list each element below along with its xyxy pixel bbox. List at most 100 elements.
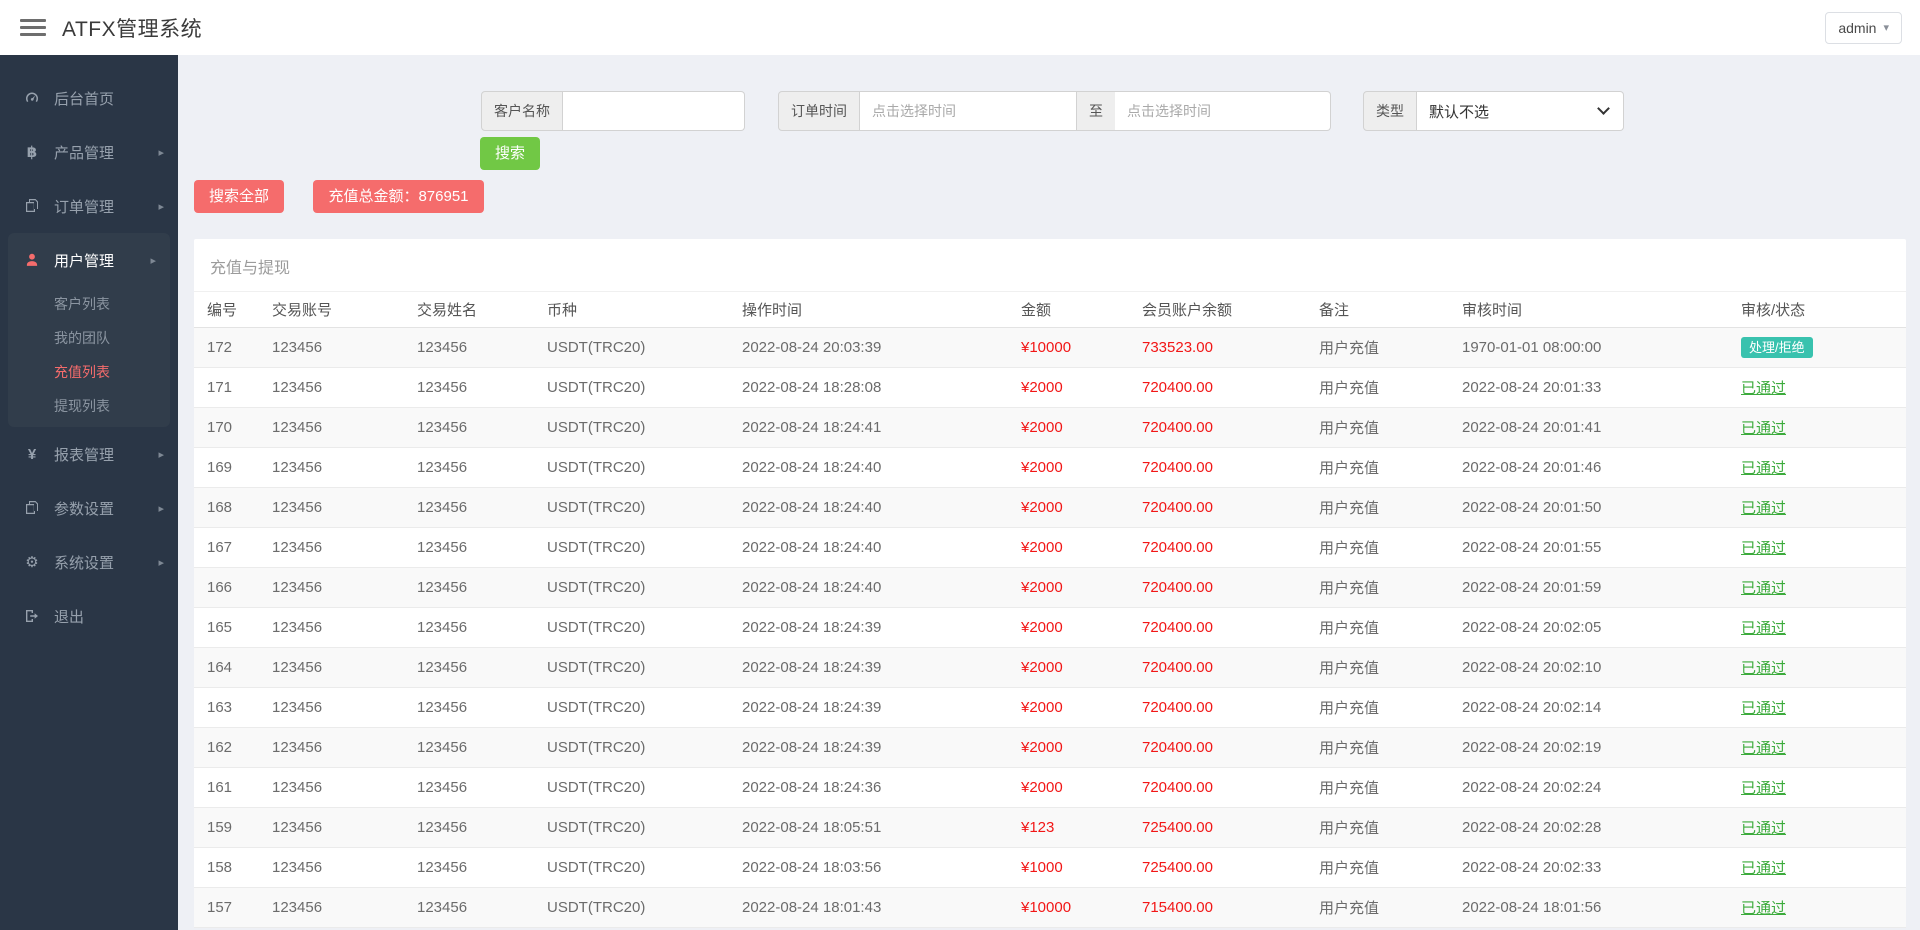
cell-name: 123456 [417,447,547,488]
status-pass-link[interactable]: 已通过 [1741,660,1786,677]
sidebar-item-后台首页[interactable]: 后台首页 [0,71,178,125]
menu-toggle-icon[interactable] [20,19,46,36]
column-header: 金额 [1021,292,1142,328]
cell-audit-time: 2022-08-24 18:01:56 [1462,887,1741,928]
cell-account: 123456 [272,847,417,888]
table-row: 169 123456 123456 USDT(TRC20) 2022-08-24 18:… [194,447,1906,488]
cell-remark: 用户充值 [1319,727,1462,768]
cell-balance: 720400.00 [1142,567,1319,608]
cell-currency: USDT(TRC20) [547,887,742,928]
status-pass-link[interactable]: 已通过 [1741,540,1786,557]
table-body: 172 123456 123456 USDT(TRC20) 2022-08-24 20:… [194,327,1906,928]
cell-balance: 720400.00 [1142,447,1319,488]
status-pass-link[interactable]: 已通过 [1741,780,1786,797]
chevron-right-icon: ▸ [158,556,164,569]
gears-icon: ⚙ [25,554,39,571]
sidebar-item-产品管理[interactable]: ฿ 产品管理 ▸ [0,125,178,179]
status-pass-link[interactable]: 已通过 [1741,380,1786,397]
sidebar: 后台首页 ฿ 产品管理 ▸ 订单管理 ▸ 用户管理 ▸ 客户列表 我的团队 充值列表 提现列表 ¥ 报表管… [0,55,178,930]
cell-id: 166 [194,567,272,608]
cell-op-time: 2022-08-24 18:24:40 [742,487,1021,528]
user-dropdown[interactable]: admin ▾ [1825,11,1902,44]
to-label: 至 [1077,91,1115,131]
chevron-right-icon: ▸ [158,200,164,213]
cell-amount: ¥2000 [1021,407,1142,448]
chevron-right-icon: ▸ [150,254,156,267]
cell-currency: USDT(TRC20) [547,767,742,808]
status-pass-link[interactable]: 已通过 [1741,620,1786,637]
cell-id: 168 [194,487,272,528]
status-pass-link[interactable]: 已通过 [1741,900,1786,917]
search-all-button[interactable]: 搜索全部 [194,180,285,213]
cell-id: 171 [194,367,272,408]
column-header: 审核/状态 [1741,292,1906,328]
cell-id: 165 [194,607,272,648]
cell-currency: USDT(TRC20) [547,487,742,528]
sidebar-subitem-客户列表[interactable]: 客户列表 [8,287,170,321]
cell-remark: 用户充值 [1319,847,1462,888]
search-button[interactable]: 搜索 [480,137,541,170]
cell-amount: ¥2000 [1021,687,1142,728]
customer-name-input[interactable] [563,91,745,131]
cell-op-time: 2022-08-24 18:05:51 [742,807,1021,848]
status-pass-link[interactable]: 已通过 [1741,500,1786,517]
cell-op-time: 2022-08-24 18:24:39 [742,727,1021,768]
cell-id: 169 [194,447,272,488]
cell-account: 123456 [272,767,417,808]
sidebar-item-退出[interactable]: 退出 [0,589,178,643]
search-button-row: 搜索 [194,137,1906,170]
status-pass-link[interactable]: 已通过 [1741,420,1786,437]
cell-currency: USDT(TRC20) [547,447,742,488]
order-time-start-input[interactable] [860,91,1077,131]
cell-name: 123456 [417,567,547,608]
status-action-badge[interactable]: 处理/拒绝 [1741,337,1813,358]
panel-title: 充值与提现 [194,239,1906,292]
select-chevron-icon [1597,102,1610,115]
cell-status: 已通过 [1741,447,1906,488]
status-pass-link[interactable]: 已通过 [1741,460,1786,477]
table-row: 158 123456 123456 USDT(TRC20) 2022-08-24 18:… [194,847,1906,888]
sidebar-item-用户管理[interactable]: 用户管理 ▸ [8,233,170,287]
cell-remark: 用户充值 [1319,647,1462,688]
cell-balance: 720400.00 [1142,487,1319,528]
orders-icon [22,198,42,214]
sidebar-item-系统设置[interactable]: ⚙ 系统设置 ▸ [0,535,178,589]
sidebar-item-报表管理[interactable]: ¥ 报表管理 ▸ [0,427,178,481]
sidebar-item-参数设置[interactable]: 参数设置 ▸ [0,481,178,535]
total-amount-button[interactable]: 充值总金额：876951 [313,180,484,213]
cell-name: 123456 [417,407,547,448]
cell-account: 123456 [272,447,417,488]
status-pass-link[interactable]: 已通过 [1741,820,1786,837]
type-select[interactable]: 默认不选 [1417,91,1624,131]
sidebar-subitem-充值列表[interactable]: 充值列表 [8,355,170,389]
top-bar: ATFX管理系统 admin ▾ [0,0,1920,55]
order-time-end-input[interactable] [1115,91,1331,131]
table-row: 170 123456 123456 USDT(TRC20) 2022-08-24 18:… [194,407,1906,448]
table-row: 166 123456 123456 USDT(TRC20) 2022-08-24 18:… [194,567,1906,608]
cell-name: 123456 [417,607,547,648]
sidebar-item-订单管理[interactable]: 订单管理 ▸ [0,179,178,233]
cell-currency: USDT(TRC20) [547,647,742,688]
cell-balance: 725400.00 [1142,807,1319,848]
cell-remark: 用户充值 [1319,327,1462,368]
cell-audit-time: 2022-08-24 20:01:33 [1462,367,1741,408]
type-group: 类型 默认不选 [1363,91,1624,131]
user-icon [22,252,42,268]
cell-currency: USDT(TRC20) [547,727,742,768]
column-header: 编号 [194,292,272,328]
status-pass-link[interactable]: 已通过 [1741,580,1786,597]
cell-amount: ¥123 [1021,807,1142,848]
status-pass-link[interactable]: 已通过 [1741,700,1786,717]
chevron-down-icon: ▾ [1883,22,1889,34]
sidebar-subitem-提现列表[interactable]: 提现列表 [8,389,170,423]
table-row: 159 123456 123456 USDT(TRC20) 2022-08-24 18:… [194,807,1906,848]
status-pass-link[interactable]: 已通过 [1741,740,1786,757]
status-pass-link[interactable]: 已通过 [1741,860,1786,877]
quick-buttons-row: 搜索全部 充值总金额：876951 [194,180,1906,213]
cell-amount: ¥10000 [1021,327,1142,368]
cell-amount: ¥2000 [1021,527,1142,568]
cell-op-time: 2022-08-24 18:24:39 [742,607,1021,648]
table-header-row: 编号 交易账号 交易姓名 币种 操作时间 金额 会员账户余额 备注 审核时间 审核/状态 [194,292,1906,328]
cell-currency: USDT(TRC20) [547,367,742,408]
sidebar-subitem-我的团队[interactable]: 我的团队 [8,321,170,355]
